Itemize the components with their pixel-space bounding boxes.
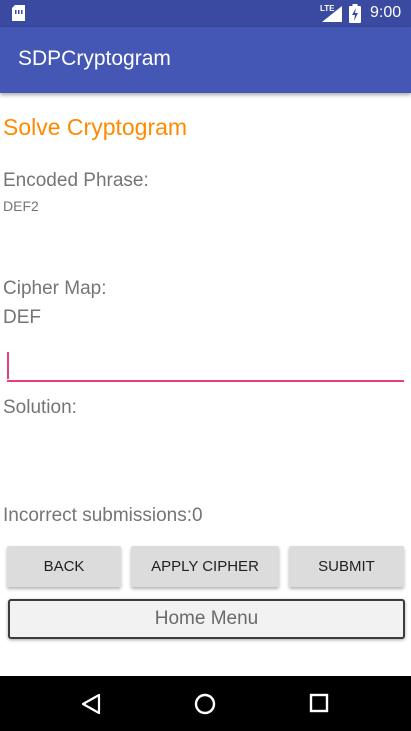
incorrect-submissions-label: Incorrect submissions: (3, 505, 193, 526)
apply-cipher-button[interactable]: APPLY CIPHER (131, 546, 279, 587)
submit-button[interactable]: SUBMIT (289, 546, 404, 587)
back-triangle-icon[interactable] (81, 693, 101, 715)
app-title: SDPCryptogram (18, 47, 171, 70)
encoded-phrase-label: Encoded Phrase: (3, 170, 149, 191)
cipher-map-value: DEF (3, 307, 41, 328)
solution-label: Solution: (3, 397, 77, 418)
clock: 9:00 (370, 4, 402, 21)
recents-square-icon[interactable] (309, 693, 329, 713)
app-bar: SDPCryptogram (0, 27, 411, 93)
cipher-map-label: Cipher Map: (3, 278, 107, 299)
signal-icon (322, 6, 342, 22)
text-cursor (7, 352, 9, 379)
screen-title: Solve Cryptogram (3, 114, 188, 140)
encoded-phrase-value: DEF2 (3, 198, 39, 214)
home-circle-icon[interactable] (194, 693, 216, 715)
battery-charging-icon (349, 4, 361, 23)
sim-card-icon (12, 5, 25, 21)
navigation-bar (0, 676, 411, 731)
home-menu-button[interactable]: Home Menu (8, 599, 405, 639)
incorrect-submissions: Incorrect submissions:0 (3, 505, 203, 527)
status-bar: LTE 9:00 (0, 0, 411, 27)
back-button[interactable]: BACK (7, 546, 121, 587)
incorrect-submissions-count: 0 (192, 505, 203, 526)
cipher-input[interactable] (7, 346, 404, 382)
